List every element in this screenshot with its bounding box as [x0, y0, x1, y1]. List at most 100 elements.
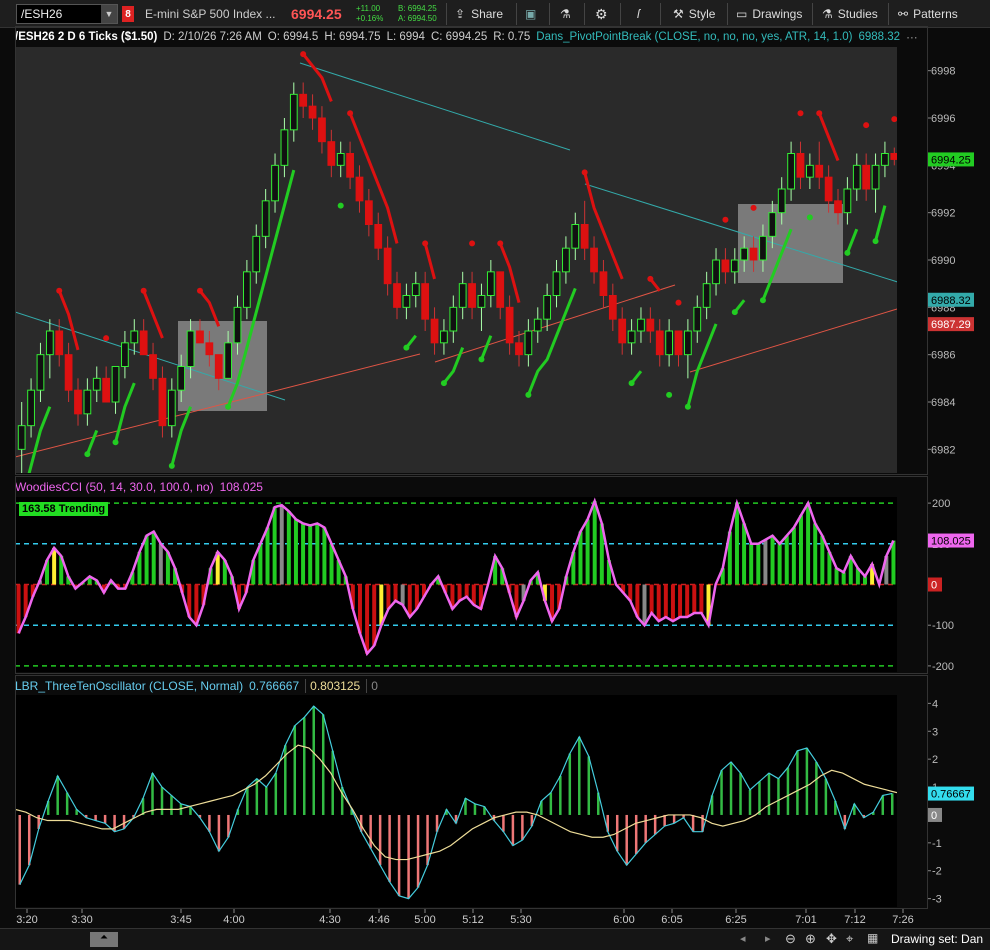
cci-bar — [663, 584, 668, 618]
save-icon[interactable]: ▣ — [525, 3, 536, 25]
osc-value1: 0.766667 — [249, 678, 300, 693]
crosshair-icon[interactable]: ⌖ — [846, 931, 853, 947]
pivot-dot — [806, 214, 813, 221]
candle — [890, 153, 897, 160]
scroll-right-icon[interactable]: ▸ — [765, 932, 771, 945]
cci-bar — [322, 527, 327, 585]
osc-chart[interactable] — [15, 695, 897, 907]
cci-bar — [301, 523, 306, 585]
candle — [64, 354, 73, 391]
patterns-button[interactable]: ⚯ Patterns — [898, 3, 958, 25]
cci-bar — [592, 501, 597, 585]
candle — [121, 342, 129, 368]
gear-icon[interactable]: ⚙ — [595, 3, 608, 25]
drawings-button[interactable]: ▭ Drawings — [736, 3, 802, 25]
bar-open: O: 6994.5 — [267, 30, 319, 43]
candle — [881, 153, 889, 166]
candle — [543, 295, 552, 320]
cci-bar — [656, 584, 661, 622]
osc-title[interactable]: LBR_ThreeTenOscillator (CLOSE, Normal) — [15, 679, 243, 693]
time-label: 5:12 — [462, 914, 483, 926]
cci-bar — [756, 543, 761, 585]
candle — [768, 212, 777, 237]
candle — [505, 306, 514, 344]
symbol-input[interactable]: /ESH26 ▼ — [16, 4, 118, 24]
pivot-dot — [337, 202, 344, 209]
study-value: 6988.32 — [858, 30, 901, 43]
cci-bar — [365, 584, 370, 654]
cci-bar — [386, 584, 391, 609]
time-label: 6:05 — [661, 914, 682, 926]
time-axis-svg: 3:20 3:30 3:45 4:00 4:30 4:46 5:00 5:12 5:30 6:00… — [16, 909, 914, 926]
scroll-up-icon[interactable]: ⏶ — [90, 932, 118, 947]
cci-bar — [52, 547, 57, 585]
candle — [693, 306, 702, 332]
candle — [749, 247, 758, 261]
zoom-in-icon[interactable]: ⊕ — [805, 931, 816, 947]
cci-bar — [16, 584, 21, 634]
cci-bar — [734, 503, 739, 585]
pivot-dot — [140, 287, 147, 294]
style-button[interactable]: ⚒ Style — [673, 3, 715, 25]
candle — [243, 271, 251, 308]
chevron-down-icon[interactable]: ▼ — [101, 5, 117, 23]
cci-axis[interactable]: 2001000-100-200108.0250 — [927, 497, 990, 672]
candle — [289, 93, 298, 131]
pivot-dot — [844, 249, 851, 256]
pivot-dot — [497, 240, 504, 247]
last-price: 6994.25 — [291, 6, 342, 22]
pivot-trail — [817, 112, 840, 162]
tick-label: 6996 — [931, 113, 955, 125]
cci-trend-badge: 163.58 Trending — [19, 502, 109, 516]
share-button[interactable]: ⇪ Share — [455, 3, 503, 25]
osc-value3: 0 — [366, 678, 378, 693]
candle — [665, 330, 673, 356]
more-icon[interactable]: ⋯ — [906, 30, 918, 44]
pivot-dot — [403, 344, 410, 351]
pivot-dot — [84, 451, 91, 458]
cci-axis-svg: 2001000-100-200108.0250 — [927, 498, 974, 672]
time-axis[interactable]: 3:20 3:30 3:45 4:00 4:30 4:46 5:00 5:12 5:30 6:00… — [15, 909, 928, 928]
cci-bar — [891, 540, 896, 585]
pivot-dot — [628, 380, 635, 387]
alert-icon[interactable]: 8 — [122, 6, 134, 22]
symbol-text: /ESH26 — [21, 7, 63, 21]
candle — [177, 366, 186, 391]
cci-bar — [151, 531, 156, 585]
studies-button[interactable]: ⚗ Studies — [822, 3, 878, 25]
tick-label: -100 — [932, 620, 954, 632]
style-label: Style — [688, 7, 716, 21]
price-chart[interactable] — [15, 47, 897, 473]
drawing-set-label[interactable]: Drawing set: Dan — [891, 932, 983, 946]
price-axis[interactable]: 6998699669946992699069886986698469826994… — [927, 47, 990, 473]
candle — [402, 295, 411, 308]
candle — [627, 330, 636, 344]
flask-icon[interactable]: ⚗ — [560, 3, 571, 25]
candle — [496, 271, 505, 308]
cci-title[interactable]: WoodiesCCI (50, 14, 30.0, 100.0, no) — [15, 480, 214, 494]
calendar-icon[interactable]: ▦ — [867, 931, 878, 945]
pivot-dot — [112, 439, 119, 446]
candle — [524, 330, 533, 356]
pen-icon[interactable]: ſ — [637, 3, 640, 25]
candle — [468, 283, 476, 308]
pivot-dot — [422, 240, 429, 247]
pivot-trail — [27, 406, 52, 473]
study-label[interactable]: Dans_PivotPointBreak (CLOSE, no, no, no,… — [536, 31, 852, 43]
pivot-dot — [731, 309, 738, 316]
cci-chart[interactable]: 163.58 Trending — [15, 497, 897, 672]
candle — [327, 141, 336, 166]
candle — [252, 235, 261, 273]
candle — [336, 153, 345, 166]
cci-bar — [685, 584, 690, 618]
move-icon[interactable]: ✥ — [826, 931, 837, 947]
scroll-left-icon[interactable]: ◂ — [740, 932, 746, 945]
pivot-dot — [684, 403, 691, 410]
candle — [393, 283, 401, 308]
osc-axis[interactable]: 43210-1-2-30.766670 — [927, 695, 990, 907]
candle — [364, 200, 373, 225]
cci-bar — [770, 535, 775, 585]
share-icon: ⇪ — [455, 7, 466, 21]
zoom-out-icon[interactable]: ⊖ — [785, 931, 796, 947]
drawings-icon: ▭ — [736, 7, 748, 21]
